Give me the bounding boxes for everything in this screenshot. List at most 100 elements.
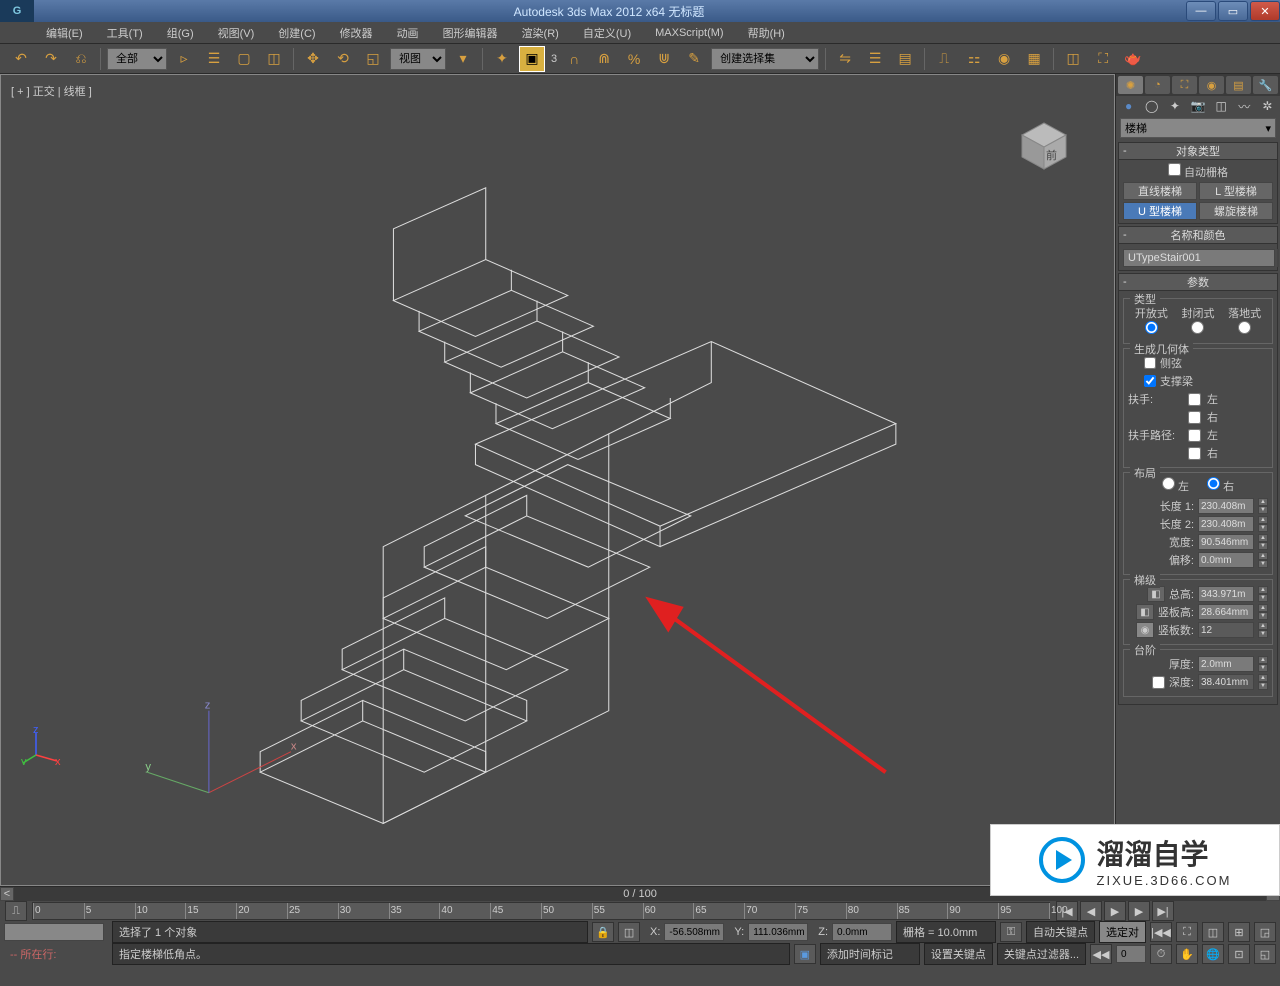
- carriage-checkbox[interactable]: [1144, 375, 1156, 387]
- menu-customize[interactable]: 自定义(U): [577, 23, 637, 43]
- zoom-extents-icon[interactable]: ⊡: [1228, 944, 1250, 964]
- snap-toggle-icon[interactable]: ∩: [561, 46, 587, 72]
- depth-spinner[interactable]: ▲▼: [1258, 674, 1268, 690]
- layers-icon[interactable]: ▤: [892, 46, 918, 72]
- z-coord[interactable]: 0.0mm: [832, 923, 892, 941]
- selection-filter-dropdown[interactable]: 全部: [107, 48, 167, 70]
- helpers-subtab-icon[interactable]: ◫: [1211, 98, 1232, 114]
- utilities-tab-icon[interactable]: 🔧: [1253, 76, 1278, 94]
- orbit-icon[interactable]: 🌐: [1202, 944, 1224, 964]
- nav-config2-icon[interactable]: ◫: [1202, 922, 1224, 942]
- width-input[interactable]: [1198, 534, 1254, 550]
- edit-named-sel-icon[interactable]: ✎: [681, 46, 707, 72]
- stringers-checkbox[interactable]: [1144, 357, 1156, 369]
- riserct-spinner[interactable]: ▲▼: [1258, 622, 1268, 638]
- menu-help[interactable]: 帮助(H): [742, 23, 791, 43]
- spacewarps-subtab-icon[interactable]: 〰: [1234, 98, 1255, 114]
- systems-subtab-icon[interactable]: ✲: [1257, 98, 1278, 114]
- maximize-button[interactable]: ▭: [1218, 1, 1248, 21]
- track-prev-button[interactable]: <: [0, 887, 14, 901]
- window-crossing-icon[interactable]: ◫: [261, 46, 287, 72]
- material-editor-icon[interactable]: ◉: [991, 46, 1017, 72]
- select-name-icon[interactable]: ☰: [201, 46, 227, 72]
- menu-maxscript[interactable]: MAXScript(M): [649, 25, 729, 41]
- angle-snap-icon[interactable]: ⋒: [591, 46, 617, 72]
- layout-left-radio[interactable]: [1162, 477, 1175, 490]
- object-color-swatch[interactable]: [1277, 249, 1279, 267]
- select-region-icon[interactable]: ▢: [231, 46, 257, 72]
- render-icon[interactable]: 🫖: [1120, 46, 1146, 72]
- layout-right-radio[interactable]: [1207, 477, 1220, 490]
- isolate-icon[interactable]: ◫: [618, 922, 640, 942]
- curve-editor-icon[interactable]: ⎍: [931, 46, 957, 72]
- move-icon[interactable]: ✥: [300, 46, 326, 72]
- offset-input[interactable]: [1198, 552, 1254, 568]
- depth-input[interactable]: [1198, 674, 1254, 690]
- menu-group[interactable]: 组(G): [161, 23, 200, 43]
- time-config-icon[interactable]: ⏱: [1150, 944, 1172, 964]
- x-coord[interactable]: -56.508mm: [664, 923, 724, 941]
- thickness-spinner[interactable]: ▲▼: [1258, 656, 1268, 672]
- play-icon[interactable]: ▶: [1104, 901, 1126, 921]
- params-rollout-header[interactable]: -参数: [1118, 273, 1278, 291]
- redo-icon[interactable]: ↷: [38, 46, 64, 72]
- menu-grapheditors[interactable]: 图形编辑器: [437, 23, 504, 43]
- type-closed-radio[interactable]: [1191, 321, 1204, 334]
- menu-create[interactable]: 创建(C): [272, 23, 321, 43]
- prev-frame-icon[interactable]: ◀: [1080, 901, 1102, 921]
- overall-lock-icon[interactable]: ◧: [1147, 586, 1165, 602]
- maxscript-mini-listener[interactable]: [4, 923, 104, 941]
- menu-tools[interactable]: 工具(T): [101, 23, 149, 43]
- length2-spinner[interactable]: ▲▼: [1258, 516, 1268, 532]
- motion-tab-icon[interactable]: ◉: [1199, 76, 1224, 94]
- offset-spinner[interactable]: ▲▼: [1258, 552, 1268, 568]
- keyfilter-button[interactable]: 关键点过滤器...: [997, 943, 1086, 965]
- render-frame-icon[interactable]: ◫: [1060, 46, 1086, 72]
- geometry-subtab-icon[interactable]: ●: [1118, 98, 1139, 114]
- riserht-lock-icon[interactable]: ◧: [1136, 604, 1154, 620]
- riserht-spinner[interactable]: ▲▼: [1258, 604, 1268, 620]
- width-spinner[interactable]: ▲▼: [1258, 534, 1268, 550]
- hierarchy-tab-icon[interactable]: ⛶: [1172, 76, 1197, 94]
- select-icon[interactable]: ▹: [171, 46, 197, 72]
- object-type-rollout-header[interactable]: -对象类型: [1118, 142, 1278, 160]
- menu-view[interactable]: 视图(V): [212, 23, 261, 43]
- pan-icon[interactable]: ✋: [1176, 944, 1198, 964]
- schematic-view-icon[interactable]: ⚏: [961, 46, 987, 72]
- stair-type-u[interactable]: U 型楼梯: [1123, 202, 1197, 220]
- lights-subtab-icon[interactable]: ✦: [1164, 98, 1185, 114]
- railpath-right-checkbox[interactable]: [1188, 447, 1201, 460]
- scale-icon[interactable]: ◱: [360, 46, 386, 72]
- pivot-icon[interactable]: ▾: [450, 46, 476, 72]
- stair-type-spiral[interactable]: 螺旋楼梯: [1199, 202, 1273, 220]
- y-coord[interactable]: 111.036mm: [748, 923, 808, 941]
- autokey-button[interactable]: 自动关键点: [1026, 921, 1095, 943]
- next-frame-icon[interactable]: ▶: [1128, 901, 1150, 921]
- minimize-button[interactable]: —: [1186, 1, 1216, 21]
- nav-config-icon[interactable]: ⛶: [1176, 922, 1198, 942]
- frame-prev-icon[interactable]: ◀◀: [1090, 944, 1112, 964]
- spinner-snap-icon[interactable]: ⋓: [651, 46, 677, 72]
- length1-spinner[interactable]: ▲▼: [1258, 498, 1268, 514]
- overall-input[interactable]: [1198, 586, 1254, 602]
- category-dropdown[interactable]: 楼梯▾: [1120, 118, 1276, 138]
- riserht-input[interactable]: [1198, 604, 1254, 620]
- length2-input[interactable]: [1198, 516, 1254, 532]
- maximize-viewport-icon[interactable]: ◱: [1254, 944, 1276, 964]
- comm-center-icon[interactable]: ▣: [794, 944, 816, 964]
- selected-set[interactable]: 选定对: [1099, 921, 1146, 943]
- align-icon[interactable]: ☰: [862, 46, 888, 72]
- name-color-rollout-header[interactable]: -名称和颜色: [1118, 226, 1278, 244]
- percent-snap-icon[interactable]: %: [621, 46, 647, 72]
- object-name-input[interactable]: [1123, 249, 1275, 267]
- lock-selection-icon[interactable]: 🔒: [592, 922, 614, 942]
- autogrid-checkbox[interactable]: [1168, 163, 1181, 176]
- mirror-icon[interactable]: ⇋: [832, 46, 858, 72]
- ref-coord-dropdown[interactable]: 视图: [390, 48, 446, 70]
- named-selection-dropdown[interactable]: 创建选择集: [711, 48, 819, 70]
- cameras-subtab-icon[interactable]: 📷: [1187, 98, 1208, 114]
- app-icon[interactable]: G: [0, 0, 34, 22]
- type-box-radio[interactable]: [1238, 321, 1251, 334]
- stair-type-straight[interactable]: 直线楼梯: [1123, 182, 1197, 200]
- riserct-input[interactable]: [1198, 622, 1254, 638]
